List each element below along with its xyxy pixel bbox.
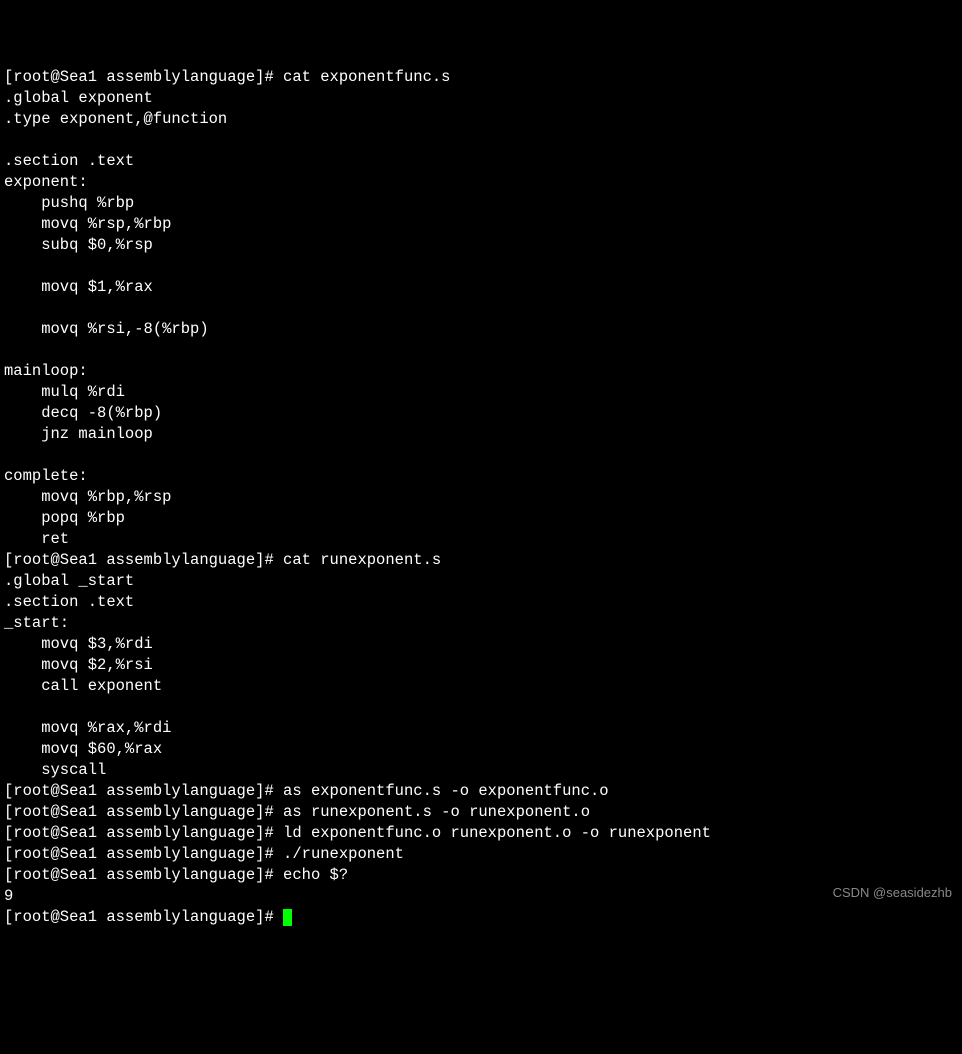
command-run: ./runexponent: [283, 845, 404, 863]
watermark: CSDN @seasidezhb: [833, 882, 952, 903]
command-ld: ld exponentfunc.o runexponent.o -o runex…: [283, 824, 711, 842]
command-echo: echo $?: [283, 866, 348, 884]
output-file2: .global _start .section .text _start: mo…: [4, 572, 171, 779]
output-result: 9: [4, 887, 13, 905]
prompt-3: [root@Sea1 assemblylanguage]#: [4, 782, 283, 800]
command-as-2: as runexponent.s -o runexponent.o: [283, 803, 590, 821]
command-as-1: as exponentfunc.s -o exponentfunc.o: [283, 782, 609, 800]
prompt-8: [root@Sea1 assemblylanguage]#: [4, 908, 283, 926]
terminal[interactable]: [root@Sea1 assemblylanguage]# cat expone…: [4, 67, 958, 928]
cursor[interactable]: [283, 909, 292, 926]
prompt-1: [root@Sea1 assemblylanguage]#: [4, 68, 283, 86]
command-cat-1: cat exponentfunc.s: [283, 68, 450, 86]
prompt-7: [root@Sea1 assemblylanguage]#: [4, 866, 283, 884]
prompt-2: [root@Sea1 assemblylanguage]#: [4, 551, 283, 569]
output-file1: .global exponent .type exponent,@functio…: [4, 89, 227, 548]
prompt-6: [root@Sea1 assemblylanguage]#: [4, 845, 283, 863]
command-cat-2: cat runexponent.s: [283, 551, 441, 569]
prompt-4: [root@Sea1 assemblylanguage]#: [4, 803, 283, 821]
prompt-5: [root@Sea1 assemblylanguage]#: [4, 824, 283, 842]
